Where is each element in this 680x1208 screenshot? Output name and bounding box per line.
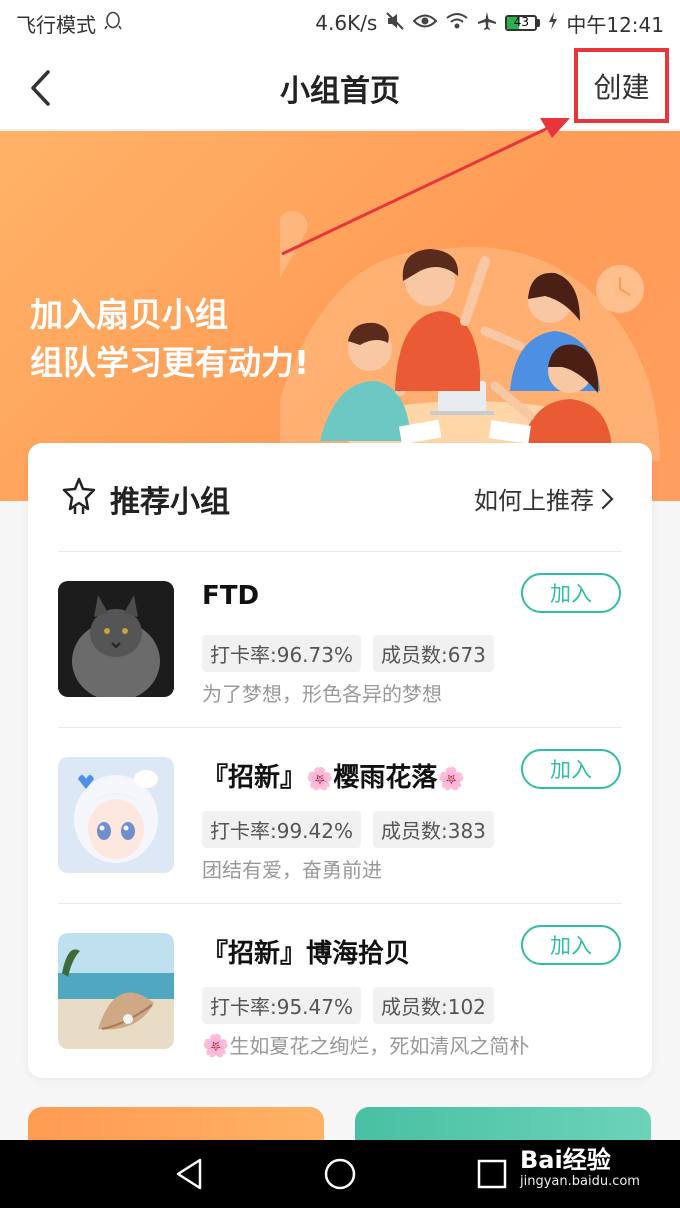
network-speed: 4.6K/s bbox=[315, 11, 378, 35]
qq-icon bbox=[104, 11, 122, 36]
join-button[interactable]: 加入 bbox=[521, 573, 621, 613]
battery-level: 43 bbox=[513, 15, 529, 29]
group-stats: 打卡率:99.42% 成员数:383 bbox=[202, 811, 494, 848]
wifi-icon bbox=[445, 11, 469, 35]
group-description: 团结有爱，奋勇前进 bbox=[202, 858, 382, 882]
slogan-line-1: 加入扇贝小组 bbox=[30, 295, 228, 334]
anime-girl-avatar bbox=[58, 757, 174, 873]
system-navigation-bar: Bai经验 jingyan.baidu.com bbox=[0, 1140, 680, 1208]
watermark-url: jingyan.baidu.com bbox=[520, 1174, 640, 1189]
group-description: 为了梦想，形色各异的梦想 bbox=[202, 682, 442, 706]
join-button[interactable]: 加入 bbox=[521, 749, 621, 789]
banner-slogan: 加入扇贝小组 组队学习更有动力! bbox=[30, 291, 309, 387]
member-count-tag: 成员数:383 bbox=[373, 811, 494, 848]
group-name: FTD bbox=[202, 581, 259, 611]
chevron-right-icon bbox=[601, 488, 614, 509]
checkin-rate-tag: 打卡率:96.73% bbox=[202, 635, 361, 672]
card-header: 推荐小组 如何上推荐 bbox=[28, 443, 652, 551]
status-bar: 飞行模式 4.6K/s 43 中午12:41 bbox=[0, 0, 680, 46]
create-button-label: 创建 bbox=[593, 70, 650, 104]
group-name-text: 樱雨花落 bbox=[333, 763, 438, 793]
watermark-brand: Bai经验 bbox=[520, 1146, 611, 1174]
group-item-ftd[interactable]: FTD 打卡率:96.73% 成员数:673 为了梦想，形色各异的梦想 加入 bbox=[28, 551, 652, 727]
battery-icon: 43 bbox=[505, 15, 541, 31]
group-description: 🌸生如夏花之绚烂，死如清风之简朴 bbox=[202, 1030, 529, 1059]
airplane-mode-label: 飞行模式 bbox=[16, 12, 96, 37]
create-group-button[interactable]: 创建 bbox=[574, 48, 669, 123]
star-icon bbox=[62, 477, 96, 514]
how-to-be-recommended-link[interactable]: 如何上推荐 bbox=[474, 481, 614, 516]
sakura-icon: 🌸 bbox=[202, 1034, 230, 1059]
group-name-prefix: 『招新』 bbox=[202, 763, 307, 793]
group-name: 『招新』🌸樱雨花落🌸 bbox=[202, 757, 465, 794]
group-item-yingyu[interactable]: 『招新』🌸樱雨花落🌸 打卡率:99.42% 成员数:383 团结有爱，奋勇前进 … bbox=[28, 727, 652, 903]
slogan-line-2: 组队学习更有动力! bbox=[30, 343, 310, 382]
system-back-button[interactable] bbox=[170, 1154, 210, 1194]
group-stats: 打卡率:96.73% 成员数:673 bbox=[202, 635, 494, 672]
cat-avatar bbox=[58, 581, 174, 697]
group-name-text: FTD bbox=[202, 581, 260, 611]
join-button[interactable]: 加入 bbox=[521, 925, 621, 965]
recommended-groups-card: 推荐小组 如何上推荐 FTD 打卡率:96.73% 成员数:673 为了梦想，形… bbox=[28, 443, 652, 1078]
sakura-icon: 🌸 bbox=[306, 767, 334, 792]
group-name: 『招新』博海拾贝 bbox=[202, 933, 410, 970]
baidu-jingyan-watermark: Bai经验 jingyan.baidu.com bbox=[520, 1146, 640, 1189]
circle-home-icon bbox=[324, 1158, 356, 1190]
airplane-icon bbox=[477, 11, 497, 36]
group-description-text: 生如夏花之绚烂，死如清风之简朴 bbox=[229, 1034, 530, 1058]
group-name-prefix: 『招新』 bbox=[202, 939, 307, 969]
group-name-text: 博海拾贝 bbox=[306, 939, 411, 969]
checkin-rate-tag: 打卡率:95.47% bbox=[202, 987, 361, 1024]
square-recents-icon bbox=[477, 1159, 507, 1189]
recommend-title: 推荐小组 bbox=[110, 485, 230, 520]
member-count-tag: 成员数:673 bbox=[373, 635, 494, 672]
system-recents-button[interactable] bbox=[472, 1154, 512, 1194]
clock-time: 中午12:41 bbox=[566, 12, 664, 37]
group-stats: 打卡率:95.47% 成员数:102 bbox=[202, 987, 494, 1024]
triangle-back-icon bbox=[176, 1158, 202, 1190]
group-item-bohai[interactable]: 『招新』博海拾贝 打卡率:95.47% 成员数:102 🌸生如夏花之绚烂，死如清… bbox=[28, 903, 652, 1079]
how-link-label: 如何上推荐 bbox=[474, 487, 594, 515]
status-bar-right: 4.6K/s 43 中午12:41 bbox=[315, 9, 664, 38]
checkin-rate-tag: 打卡率:99.42% bbox=[202, 811, 361, 848]
charging-icon bbox=[548, 11, 558, 35]
system-home-button[interactable] bbox=[320, 1154, 360, 1194]
top-nav-bar: 小组首页 创建 bbox=[0, 46, 680, 130]
sakura-icon: 🌸 bbox=[437, 767, 465, 792]
shell-beach-avatar bbox=[58, 933, 174, 1049]
member-count-tag: 成员数:102 bbox=[373, 987, 494, 1024]
eye-icon bbox=[412, 11, 438, 35]
mute-icon bbox=[385, 11, 405, 36]
status-bar-left: 飞行模式 bbox=[16, 9, 122, 38]
